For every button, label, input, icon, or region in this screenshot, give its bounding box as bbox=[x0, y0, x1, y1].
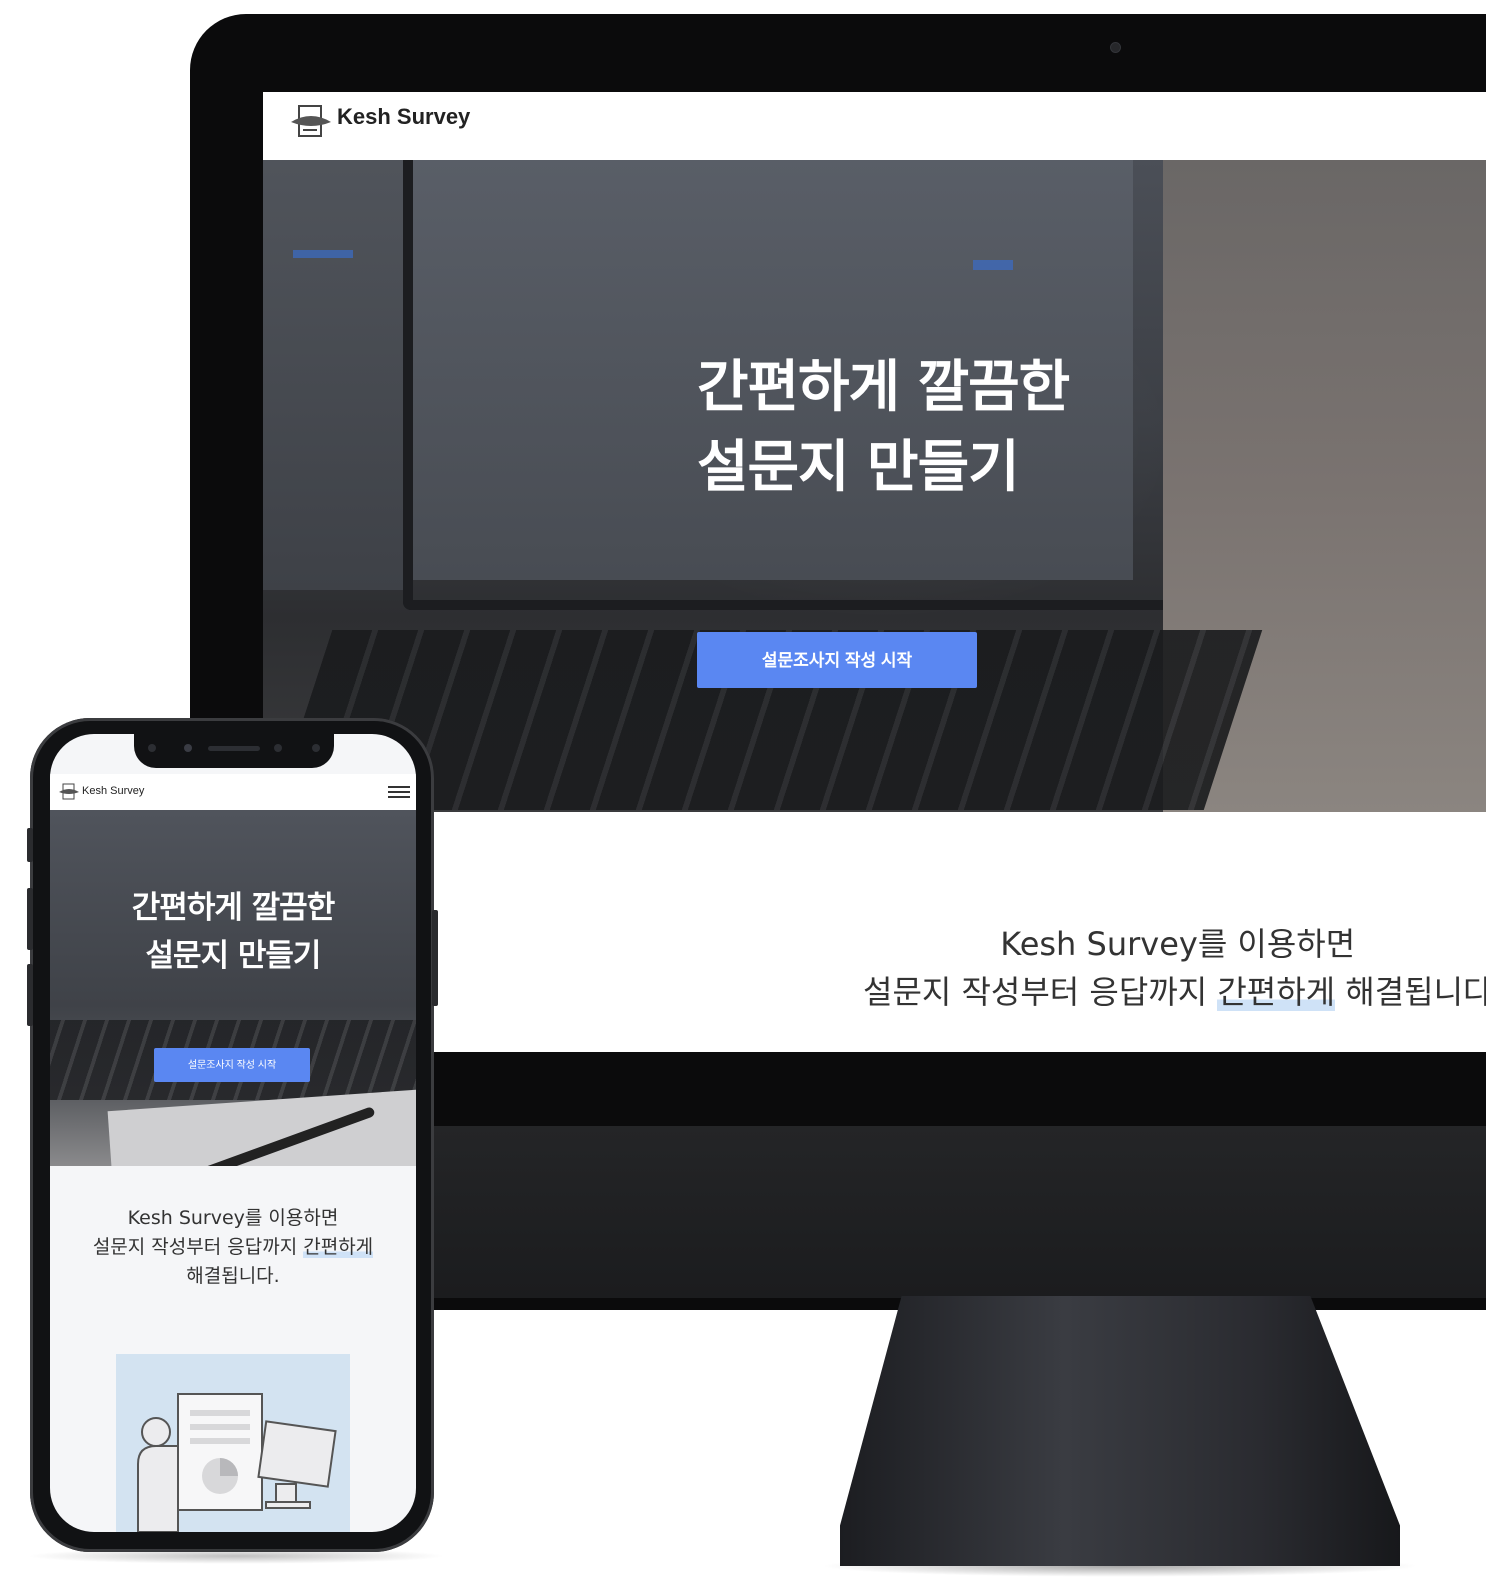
imac-stand bbox=[840, 1296, 1400, 1566]
survey-illustration bbox=[116, 1354, 350, 1532]
desktop-screen: Kesh Survey 간편하게 깔끔한 설문지 만들기 설문조사지 작성 시작… bbox=[263, 92, 1486, 1052]
phone-power-button bbox=[432, 910, 438, 1006]
intro-line2-post: 해결됩니다 bbox=[1335, 973, 1486, 1011]
phone-volume-down bbox=[27, 964, 33, 1026]
front-camera-icon bbox=[184, 744, 192, 752]
phone-notch bbox=[134, 734, 334, 768]
intro-line2-pre: 설문지 작성부터 응답까지 bbox=[863, 973, 1218, 1011]
start-survey-button[interactable]: 설문조사지 작성 시작 bbox=[697, 632, 977, 688]
intro-line3: 해결됩니다. bbox=[186, 1265, 280, 1287]
intro-line2: 설문지 작성부터 응답까지 간편하게 bbox=[50, 1233, 416, 1262]
hamburger-icon[interactable] bbox=[388, 782, 410, 802]
speaker-icon bbox=[208, 746, 260, 751]
desktop-hero-title: 간편하게 깔끔한 설문지 만들기 bbox=[697, 348, 1070, 508]
hero-bg-accent bbox=[293, 250, 353, 258]
intro-line1: Kesh Survey를 이용하면 bbox=[1000, 925, 1356, 963]
mobile-intro: Kesh Survey를 이용하면 설문지 작성부터 응답까지 간편하게 해결됩… bbox=[50, 1204, 416, 1291]
mobile-hero-title: 간편하게 깔끔한 설문지 만들기 bbox=[50, 884, 416, 980]
hero-title-line2: 설문지 만들기 bbox=[145, 938, 322, 974]
logo-icon bbox=[291, 105, 331, 137]
hero-title-line1: 간편하게 깔끔한 bbox=[131, 890, 335, 926]
desktop-header: Kesh Survey bbox=[263, 92, 1486, 160]
mobile-screen: Kesh Survey 간편하게 깔끔한 설문지 만들기 설문조사지 작성 시작… bbox=[50, 734, 416, 1532]
intro-line2-pre: 설문지 작성부터 응답까지 bbox=[92, 1236, 304, 1258]
phone-volume-up bbox=[27, 888, 33, 950]
intro-highlight: 간편하게 bbox=[303, 1236, 374, 1258]
hero-title-line1: 간편하게 깔끔한 bbox=[697, 355, 1070, 420]
sensor-icon bbox=[148, 744, 156, 752]
desktop-hero: 간편하게 깔끔한 설문지 만들기 설문조사지 작성 시작 bbox=[263, 160, 1486, 812]
hero-bg-sidebar bbox=[263, 160, 413, 590]
sensor-icon bbox=[312, 744, 320, 752]
desktop-intro: Kesh Survey를 이용하면 설문지 작성부터 응답까지 간편하게 해결됩… bbox=[863, 920, 1486, 1016]
hero-title-line2: 설문지 만들기 bbox=[697, 435, 1020, 500]
mobile-brand[interactable]: Kesh Survey bbox=[82, 785, 144, 797]
mobile-header: Kesh Survey bbox=[50, 774, 416, 810]
camera-icon bbox=[1110, 42, 1121, 53]
phone-shadow bbox=[26, 1548, 446, 1564]
sensor-icon bbox=[274, 744, 282, 752]
phone-side-button bbox=[27, 828, 33, 862]
mobile-hero: 간편하게 깔끔한 설문지 만들기 설문조사지 작성 시작 bbox=[50, 810, 416, 1166]
intro-line1: Kesh Survey를 이용하면 bbox=[127, 1207, 339, 1229]
start-survey-button[interactable]: 설문조사지 작성 시작 bbox=[154, 1048, 310, 1082]
intro-highlight: 간편하게 bbox=[1217, 973, 1336, 1011]
desktop-brand[interactable]: Kesh Survey bbox=[337, 104, 470, 130]
logo-icon bbox=[59, 783, 79, 800]
intro-line2: 설문지 작성부터 응답까지 간편하게 해결됩니다 bbox=[863, 968, 1486, 1016]
survey-illustration-icon bbox=[137, 1393, 337, 1532]
